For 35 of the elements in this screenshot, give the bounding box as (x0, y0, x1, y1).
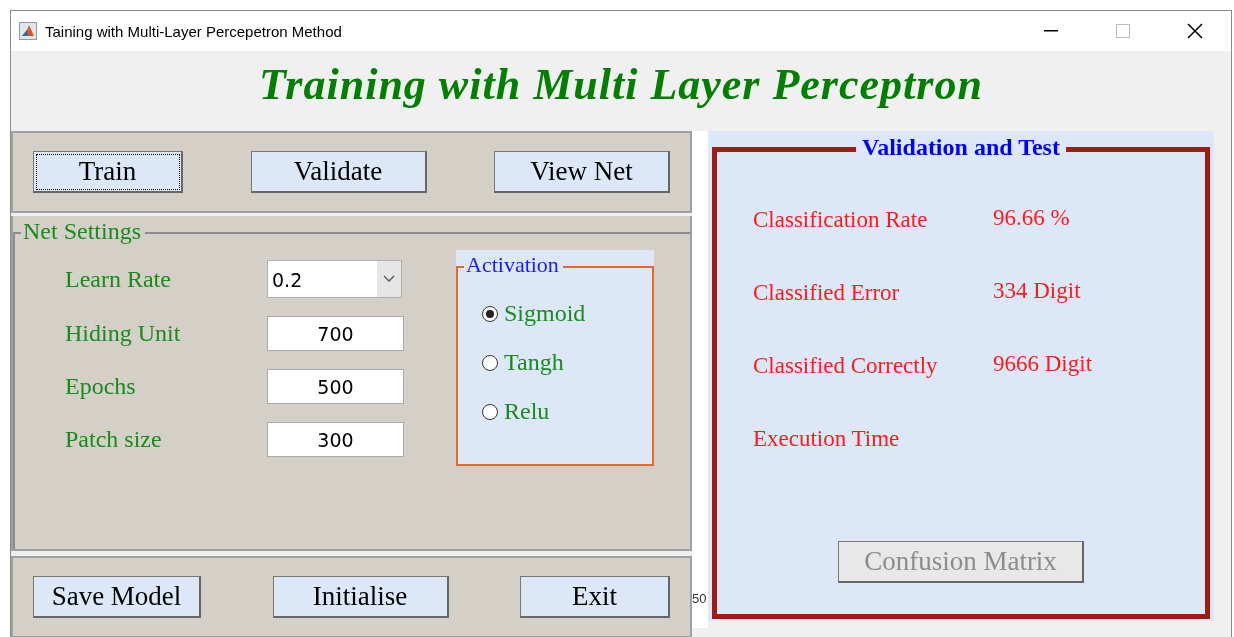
result-label: Classified Correctly (753, 353, 939, 380)
action-button[interactable]: Save Model (33, 576, 201, 618)
action-button[interactable]: Train (33, 151, 183, 193)
app-icon (19, 22, 37, 40)
input-field[interactable]: 500 (267, 369, 404, 404)
radio-option[interactable]: Sigmoid (482, 300, 654, 327)
field-label: Epochs (65, 373, 137, 400)
radio-button[interactable] (482, 305, 498, 322)
result-label: Classified Error (753, 280, 901, 307)
radio-button[interactable] (482, 403, 498, 420)
action-button[interactable]: View Net (494, 151, 670, 193)
input-field[interactable]: 700 (267, 316, 404, 351)
action-button[interactable]: Validate (250, 151, 427, 193)
radio-button[interactable] (482, 354, 498, 371)
result-label: Execution Time (753, 426, 901, 453)
action-button[interactable]: Initialise (272, 576, 449, 618)
result-value: 334 Digit (993, 278, 1082, 305)
input-field[interactable]: 300 (267, 422, 404, 457)
result-label: Classification Rate (753, 207, 929, 234)
field-label: Patch size (65, 426, 163, 453)
maximize-icon (1116, 24, 1130, 38)
chevron-down-icon (383, 275, 395, 283)
close-icon (1187, 23, 1203, 39)
result-value: 9666 Digit (993, 351, 1094, 378)
axis-tick-label: 50 (692, 591, 707, 606)
radio-option[interactable]: Tangh (482, 349, 654, 376)
radio-option[interactable]: Relu (482, 398, 654, 425)
window-title: Taining with Multi-Layer Percepetron Method (45, 22, 343, 40)
field-label: Hiding Unit (65, 320, 182, 347)
dropdown-field[interactable]: 0.2 (267, 260, 402, 298)
app-heading: Training with Multi Layer Perceptron (259, 58, 983, 110)
field-label: Learn Rate (65, 265, 172, 293)
minimize-icon (1044, 30, 1058, 32)
result-value: 96.66 % (993, 205, 1071, 232)
action-button[interactable]: Exit (520, 576, 670, 618)
